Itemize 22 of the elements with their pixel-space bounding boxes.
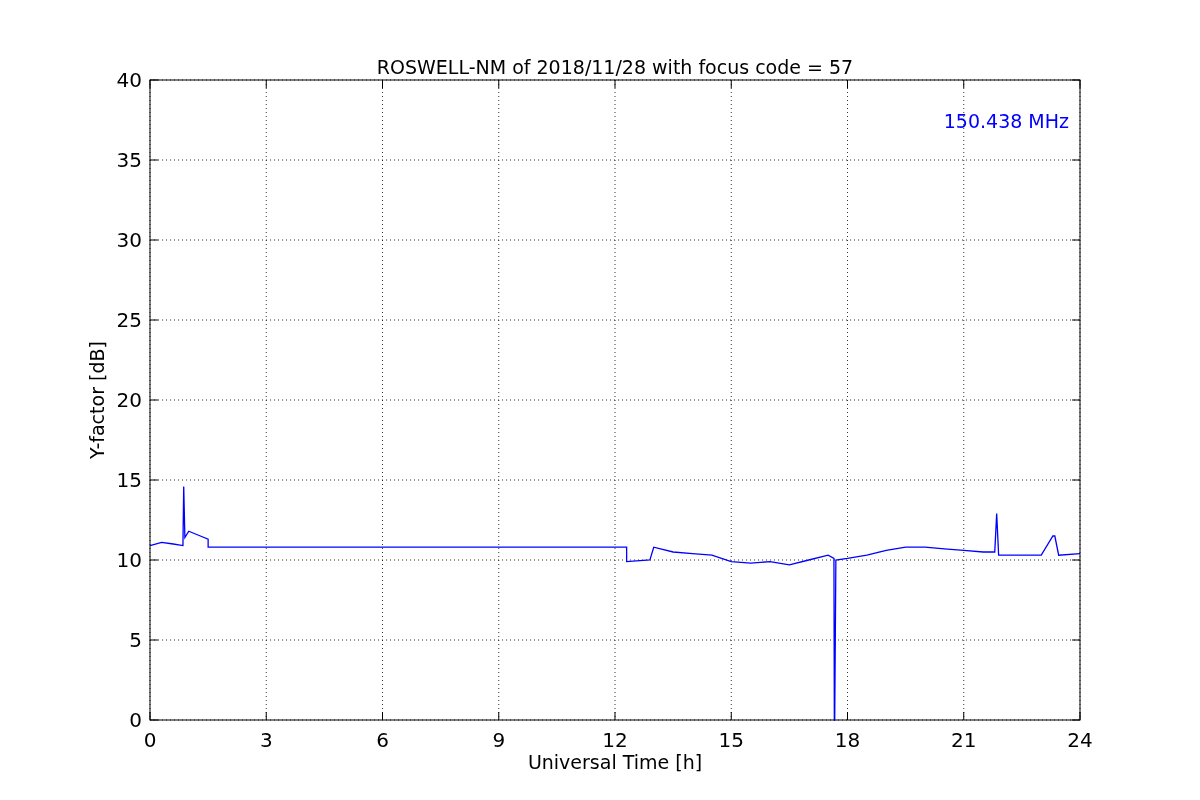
y-tick-label: 5 [129,628,142,652]
x-tick-label: 0 [143,728,157,752]
frequency-label: 150.438 MHz [943,110,1069,132]
x-tick-label: 3 [259,728,273,752]
y-tick-label: 35 [116,148,142,172]
x-tick-label: 9 [492,728,506,752]
y-tick-label: 15 [116,468,142,492]
y-axis-label: Y-factor [dB] [86,341,108,459]
x-axis-label: Universal Time [h] [527,751,703,773]
chart-title: ROSWELL-NM of 2018/11/28 with focus code = 57 [376,56,854,78]
y-tick-label: 0 [129,708,142,732]
y-tick-label: 20 [116,388,142,412]
x-tick-label: 24 [1067,728,1093,752]
x-tick-label: 12 [602,728,628,752]
y-tick-label: 10 [116,548,142,572]
x-tick-label: 21 [951,728,977,752]
x-tick-label: 15 [718,728,744,752]
x-tick-label: 6 [376,728,389,752]
y-tick-label: 40 [116,68,142,92]
y-tick-label: 25 [116,308,142,332]
x-tick-label: 18 [834,728,861,752]
y-tick-label: 30 [116,228,142,252]
